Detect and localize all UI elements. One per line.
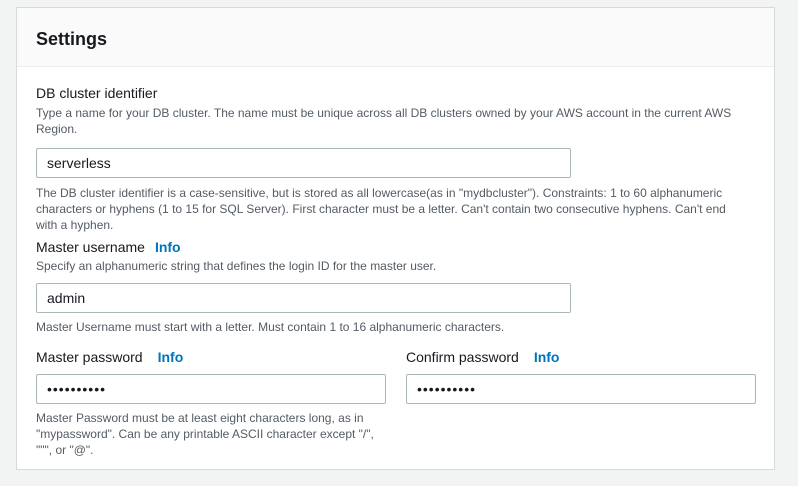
settings-panel: Settings DB cluster identifier Type a na… (16, 7, 775, 470)
confirm-password-label: Confirm password (406, 349, 519, 365)
cluster-identifier-label: DB cluster identifier (36, 85, 158, 101)
master-password-label: Master password (36, 349, 143, 365)
panel-title: Settings (36, 29, 108, 49)
confirm-password-field: Confirm password Info (406, 348, 756, 404)
master-username-description: Specify an alphanumeric string that defi… (36, 259, 437, 273)
cluster-identifier-field: DB cluster identifier Type a name for yo… (36, 84, 748, 233)
master-username-input[interactable] (36, 283, 571, 313)
master-username-info-link[interactable]: Info (155, 239, 181, 255)
confirm-password-info-link[interactable]: Info (534, 349, 560, 365)
master-password-field: Master password Info Master Password must… (36, 348, 386, 458)
master-password-constraint: Master Password must be at least eight c… (36, 411, 374, 457)
cluster-identifier-constraint: The DB cluster identifier is a case-sens… (36, 186, 726, 232)
master-password-info-link[interactable]: Info (158, 349, 184, 365)
confirm-password-input[interactable] (406, 374, 756, 404)
cluster-identifier-description: Type a name for your DB cluster. The nam… (36, 106, 732, 136)
master-username-constraint: Master Username must start with a letter… (36, 320, 505, 334)
master-password-input[interactable] (36, 374, 386, 404)
master-username-label: Master username (36, 239, 145, 255)
panel-header: Settings (17, 8, 774, 67)
master-username-field: Master username Info Specify an alphanume… (36, 238, 748, 335)
cluster-identifier-input[interactable] (36, 148, 571, 178)
